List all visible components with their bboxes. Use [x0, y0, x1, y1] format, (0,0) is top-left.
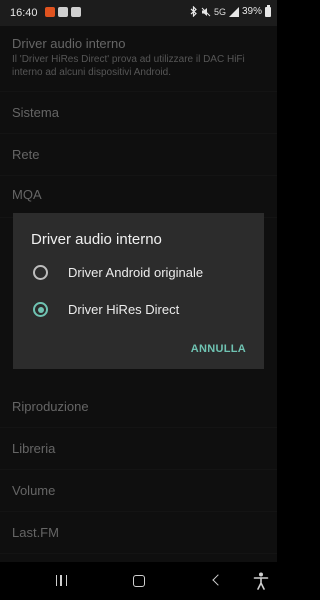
image-notification-icon — [71, 7, 81, 17]
status-bar: 16:40 5G 39% — [0, 0, 277, 26]
app-notification-icon — [58, 7, 68, 17]
radio-unselected-icon[interactable] — [33, 265, 48, 280]
option-label: Driver HiRes Direct — [68, 302, 180, 317]
home-icon — [133, 575, 145, 587]
system-icons: 5G 39% — [190, 4, 271, 17]
back-button[interactable] — [196, 562, 236, 600]
battery-percent: 39% — [241, 6, 262, 17]
dialog-title: Driver audio interno — [31, 231, 162, 248]
radio-selected-icon[interactable] — [33, 302, 48, 317]
accessibility-button[interactable] — [240, 562, 280, 600]
app-notification-icon — [45, 7, 55, 17]
back-icon — [212, 574, 224, 586]
driver-audio-dialog: Driver audio interno Driver Android orig… — [13, 213, 264, 369]
battery-icon — [265, 4, 271, 17]
recents-button[interactable] — [41, 562, 81, 600]
notification-icons — [45, 7, 81, 17]
home-button[interactable] — [118, 562, 158, 600]
accessibility-icon — [253, 572, 269, 590]
navigation-bar — [0, 562, 277, 600]
cancel-button[interactable]: ANNULLA — [191, 343, 246, 355]
status-time: 16:40 — [10, 7, 38, 19]
option-label: Driver Android originale — [68, 265, 204, 280]
5g-icon: 5G — [213, 6, 226, 17]
recents-icon — [56, 575, 67, 586]
option-driver-hires-direct[interactable]: Driver HiRes Direct — [13, 292, 264, 328]
option-driver-android-originale[interactable]: Driver Android originale — [13, 255, 264, 291]
signal-icon — [228, 6, 239, 17]
mute-icon — [201, 7, 211, 16]
bluetooth-icon — [190, 6, 197, 17]
